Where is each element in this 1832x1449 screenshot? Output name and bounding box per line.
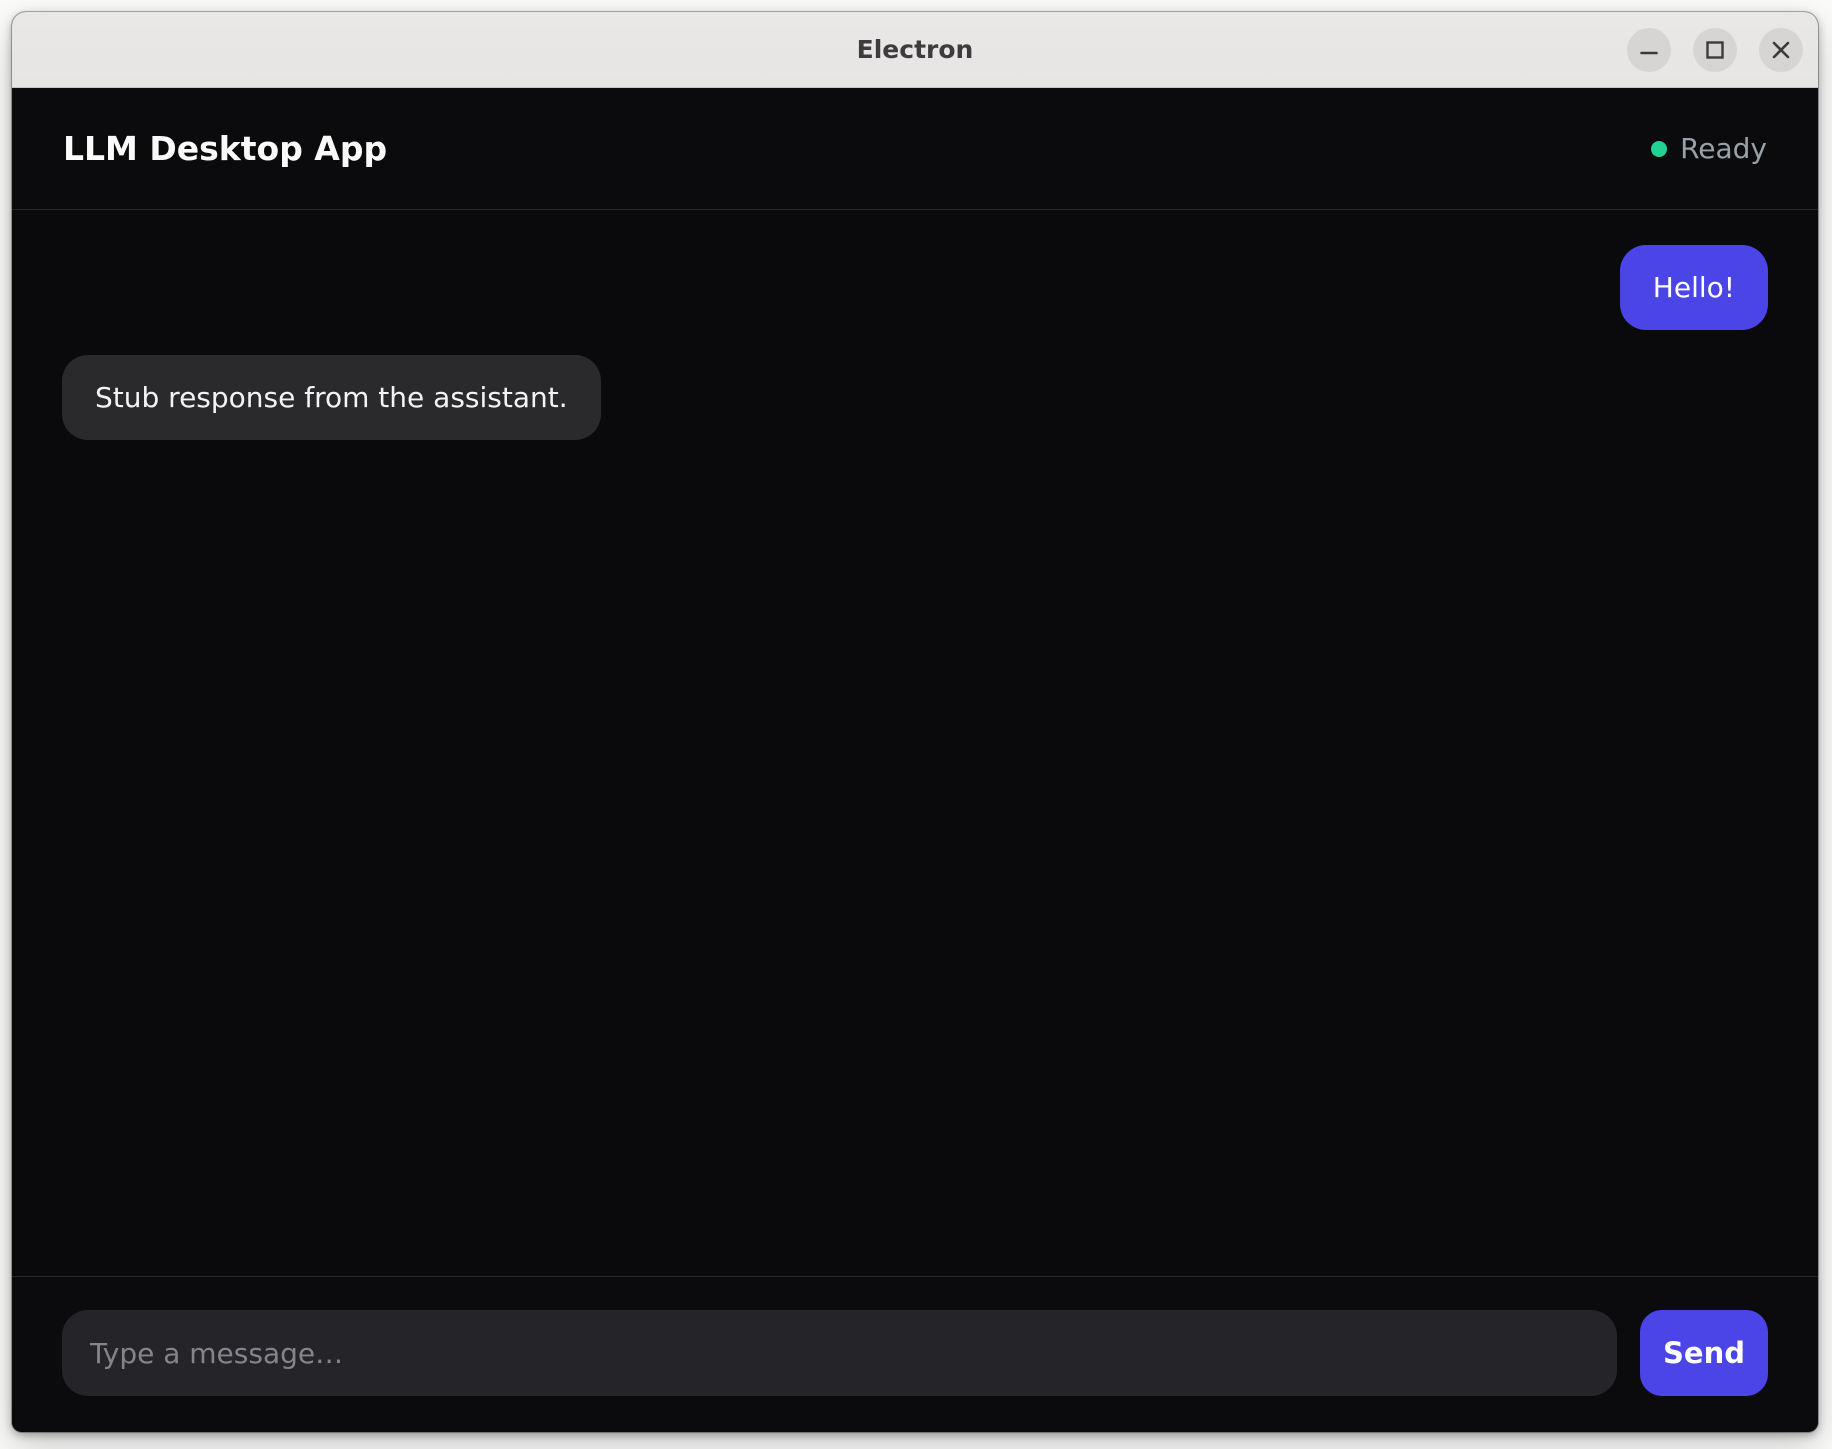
app-header: LLM Desktop App Ready <box>12 88 1818 210</box>
send-button[interactable]: Send <box>1640 1310 1768 1396</box>
window-controls <box>1627 12 1803 87</box>
chat-row-user: Hello! <box>62 245 1768 330</box>
status-label: Ready <box>1680 132 1767 165</box>
composer: Send <box>12 1276 1818 1431</box>
app-window: Electron LLM Desktop App <box>12 12 1818 1432</box>
maximize-icon <box>1705 40 1725 60</box>
message-input[interactable] <box>62 1310 1617 1396</box>
status-indicator: Ready <box>1651 132 1767 165</box>
chat-message-assistant: Stub response from the assistant. <box>62 355 601 440</box>
chat-area[interactable]: Hello! Stub response from the assistant. <box>12 210 1818 1276</box>
maximize-button[interactable] <box>1693 28 1737 72</box>
close-icon <box>1770 39 1792 61</box>
page-title: LLM Desktop App <box>63 129 387 168</box>
chat-row-assistant: Stub response from the assistant. <box>62 355 1768 440</box>
minimize-button[interactable] <box>1627 28 1671 72</box>
minimize-icon <box>1639 40 1659 60</box>
app-content: LLM Desktop App Ready Hello! Stub respon… <box>12 88 1818 1431</box>
chat-message-user: Hello! <box>1620 245 1768 330</box>
titlebar[interactable]: Electron <box>12 12 1818 88</box>
close-button[interactable] <box>1759 28 1803 72</box>
window-title: Electron <box>857 35 974 64</box>
status-dot-icon <box>1651 141 1667 157</box>
